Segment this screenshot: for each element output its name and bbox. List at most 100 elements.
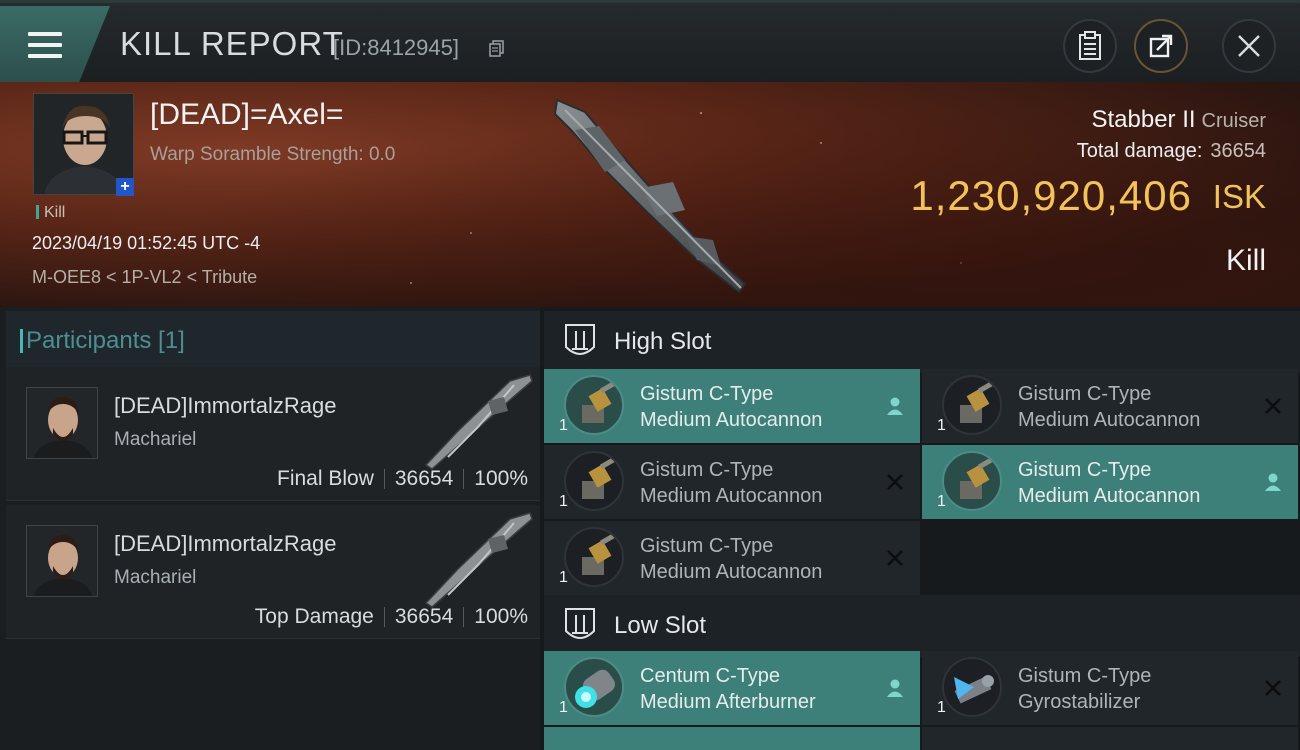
module-quantity: 1	[559, 699, 568, 716]
module-slot[interactable]: 1 Gistum C-Type Medium Autocannon	[544, 521, 920, 595]
participant-portrait[interactable]	[26, 387, 98, 459]
module-name: Gistum C-Type	[1018, 383, 1152, 405]
victim-ship-image[interactable]	[545, 90, 765, 300]
participant-row[interactable]: [DEAD]ImmortalzRage Machariel Final Blow…	[6, 367, 540, 501]
avatar	[27, 526, 97, 596]
isk-value: 1,230,920,406	[910, 172, 1192, 219]
total-damage: Total damage: 36654	[1076, 140, 1266, 162]
module-slot[interactable]	[922, 727, 1298, 750]
module-type: Medium Autocannon	[640, 485, 823, 507]
module-quantity: 1	[937, 699, 946, 716]
participant-portrait[interactable]	[26, 525, 98, 597]
fitted-person-icon	[1265, 473, 1281, 491]
copy-icon[interactable]	[488, 39, 506, 57]
module-quantity: 1	[937, 417, 946, 434]
participant-ship: Machariel	[114, 429, 197, 450]
kill-datetime: 2023/04/19 01:52:45 UTC -4	[32, 233, 261, 253]
destroyed-x-icon	[1265, 680, 1281, 696]
module-slot[interactable]	[544, 727, 920, 750]
high-slot-title: High Slot	[614, 328, 712, 355]
participant-ship-image[interactable]	[418, 371, 534, 471]
fitted-person-icon	[887, 397, 903, 415]
isk-unit: ISK	[1212, 178, 1266, 215]
participant-damage: 36654	[394, 467, 454, 490]
hamburger-icon	[28, 32, 62, 58]
participant-row[interactable]: [DEAD]ImmortalzRage Machariel Top Damage…	[6, 505, 540, 639]
kill-location[interactable]: M-OEE8 < 1P-VL2 < Tribute	[32, 267, 257, 288]
low-slot-header: Low Slot	[544, 595, 1300, 657]
warp-scramble-strength: Warp Soramble Strength: 0.0	[150, 144, 396, 165]
low-slot-icon	[565, 608, 595, 639]
participant-damage: 36654	[394, 605, 454, 628]
module-slot[interactable]: 1 Gistum C-Type Medium Autocannon	[922, 369, 1298, 443]
module-type: Medium Autocannon	[640, 561, 823, 583]
participants-panel: Participants [1] [DEAD]ImmortalzRage Mac…	[0, 307, 540, 750]
destroyed-x-icon	[1265, 398, 1281, 414]
participants-title: Participants [1]	[20, 327, 185, 354]
module-name: Gistum C-Type	[640, 459, 774, 481]
autocannon-icon	[942, 451, 1002, 511]
module-type: Medium Afterburner	[640, 691, 816, 713]
add-contact-icon[interactable]: +	[116, 178, 134, 196]
close-button[interactable]	[1222, 19, 1276, 73]
participant-ship: Machariel	[114, 567, 197, 588]
module-type: Medium Autocannon	[1018, 485, 1201, 507]
module-name: Gistum C-Type	[1018, 665, 1152, 687]
participant-ship-image[interactable]	[418, 509, 534, 609]
module-type: Medium Autocannon	[640, 409, 823, 431]
avatar	[27, 388, 97, 458]
high-slot-header: High Slot	[544, 311, 1300, 373]
module-quantity: 1	[559, 417, 568, 434]
module-slot[interactable]: 1 Centum C-Type Medium Afterburner	[544, 651, 920, 725]
module-quantity: 1	[559, 569, 568, 586]
victim-summary: + [DEAD]=Axel= Warp Soramble Strength: 0…	[0, 82, 1300, 307]
module-slot[interactable]: 1 Gistum C-Type Medium Autocannon	[544, 369, 920, 443]
fitted-person-icon	[887, 679, 903, 697]
share-button[interactable]	[1134, 19, 1188, 73]
title-bar: KILL REPORT [ID:8412945]	[0, 0, 1300, 82]
low-slot-title: Low Slot	[614, 612, 707, 639]
module-name: Gistum C-Type	[1018, 459, 1152, 481]
participant-name[interactable]: [DEAD]ImmortalzRage	[114, 393, 337, 419]
participant-role: Top Damage	[254, 605, 374, 628]
participant-stats: Final Blow 36654 100%	[277, 467, 528, 491]
report-id: [ID:8412945]	[333, 35, 459, 60]
destroyed-x-icon	[887, 550, 903, 566]
victim-ship-class: Cruiser	[1201, 110, 1266, 132]
gyrostabilizer-icon	[942, 657, 1002, 717]
close-icon	[1238, 35, 1260, 57]
victim-name[interactable]: [DEAD]=Axel=	[150, 98, 343, 132]
module-slot[interactable]: 1 Gistum C-Type Medium Autocannon	[544, 445, 920, 519]
module-name: Centum C-Type	[640, 665, 781, 687]
destroyed-x-icon	[887, 474, 903, 490]
module-slot[interactable]: 1 Gistum C-Type Medium Autocannon	[922, 445, 1298, 519]
module-quantity: 1	[559, 493, 568, 510]
participant-percent: 100%	[474, 467, 528, 490]
module-slot[interactable]: 1 Gistum C-Type Gyrostabilizer	[922, 651, 1298, 725]
participant-stats: Top Damage 36654 100%	[255, 605, 528, 629]
autocannon-icon	[564, 375, 624, 435]
participants-header: Participants [1]	[6, 311, 540, 367]
module-type: Medium Autocannon	[1018, 409, 1201, 431]
share-icon	[1149, 34, 1173, 58]
autocannon-icon	[942, 375, 1002, 435]
module-name: Gistum C-Type	[640, 535, 774, 557]
clipboard-button[interactable]	[1063, 19, 1117, 73]
autocannon-icon	[564, 451, 624, 511]
autocannon-icon	[564, 527, 624, 587]
kill-tag: Kill	[36, 204, 65, 222]
clipboard-icon	[1079, 31, 1101, 60]
victim-ship-name[interactable]: Stabber II Cruiser	[1091, 106, 1266, 134]
module-quantity: 1	[937, 493, 946, 510]
high-slot-icon	[565, 324, 595, 355]
fitting-panel: High Slot 1 Gistum C-Type Medium Autocan…	[540, 307, 1300, 750]
menu-button[interactable]	[0, 6, 110, 82]
afterburner-icon	[564, 657, 624, 717]
participant-name[interactable]: [DEAD]ImmortalzRage	[114, 531, 337, 557]
participant-role: Final Blow	[277, 467, 374, 490]
participant-percent: 100%	[474, 605, 528, 628]
module-name: Gistum C-Type	[640, 383, 774, 405]
kill-result: Kill	[1225, 244, 1266, 277]
page-title: KILL REPORT	[120, 25, 344, 62]
module-type: Gyrostabilizer	[1018, 691, 1141, 713]
